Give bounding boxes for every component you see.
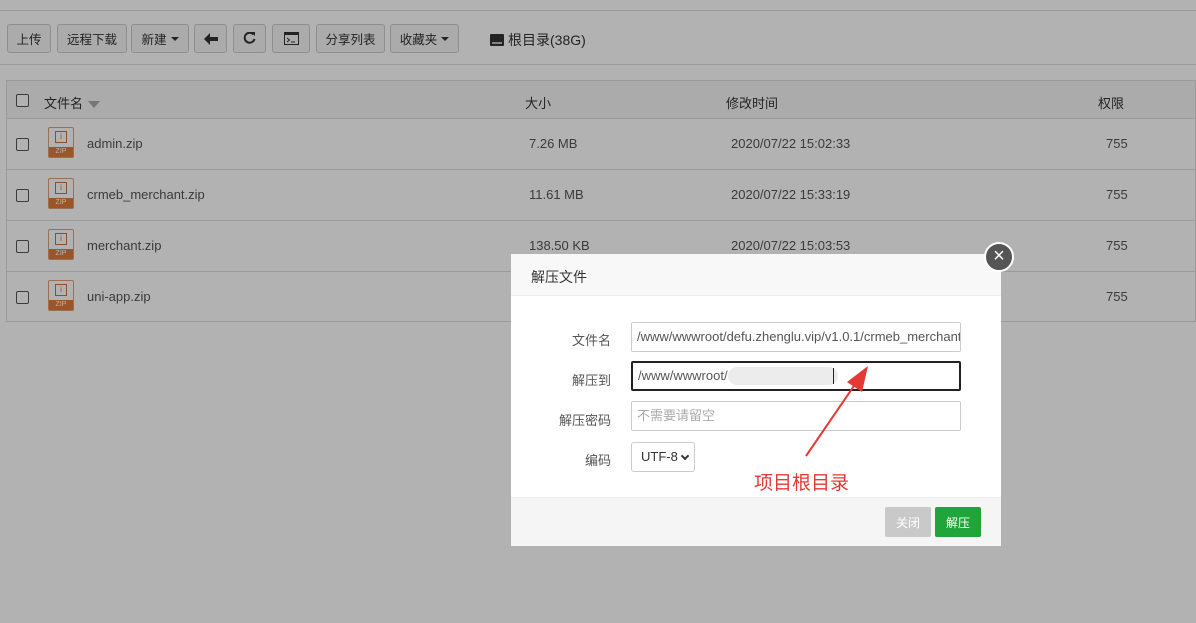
annotation-arrow	[805, 366, 868, 457]
annotation-text: 项目根目录	[754, 473, 850, 494]
